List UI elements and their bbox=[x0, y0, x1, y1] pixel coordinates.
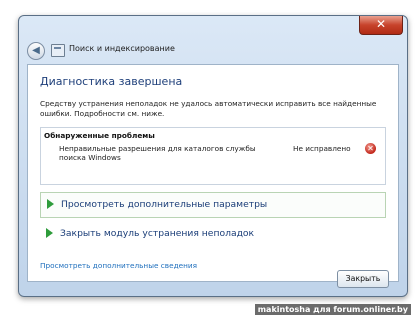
content-panel: Диагностика завершена Средству устранени… bbox=[27, 64, 399, 282]
action-label: Закрыть модуль устранения неполадок bbox=[60, 228, 255, 239]
action-label: Просмотреть дополнительные параметры bbox=[61, 199, 268, 210]
green-arrow-icon bbox=[47, 199, 54, 209]
more-info-link[interactable]: Просмотреть дополнительные сведения bbox=[40, 261, 197, 270]
view-options-button[interactable]: Просмотреть дополнительные параметры bbox=[40, 192, 386, 218]
green-arrow-icon bbox=[46, 228, 53, 238]
back-button[interactable]: ◀ bbox=[27, 42, 45, 60]
description-text: Средству устранения неполадок не удалось… bbox=[40, 99, 377, 118]
close-button[interactable]: Закрыть bbox=[337, 270, 389, 288]
problem-description: Неправильные разрешения для каталогов сл… bbox=[59, 144, 256, 162]
problems-box: Обнаруженные проблемы Неправильные разре… bbox=[40, 127, 386, 185]
app-icon bbox=[51, 44, 65, 57]
problems-title: Обнаруженные проблемы bbox=[44, 131, 155, 140]
problem-status: Не исправлено bbox=[293, 144, 351, 153]
error-icon: ✕ bbox=[365, 143, 376, 154]
window-close-button[interactable]: ✕ bbox=[359, 16, 403, 35]
page-title: Диагностика завершена bbox=[40, 75, 183, 88]
dialog-window: ✕ ◀ Поиск и индексирование Диагностика з… bbox=[18, 15, 408, 297]
title-bar: ◀ Поиск и индексирование bbox=[27, 42, 399, 62]
window-title: Поиск и индексирование bbox=[69, 44, 175, 53]
watermark: makintosha для forum.onliner.by bbox=[254, 304, 411, 315]
close-troubleshooter-button[interactable]: Закрыть модуль устранения неполадок bbox=[40, 222, 384, 246]
